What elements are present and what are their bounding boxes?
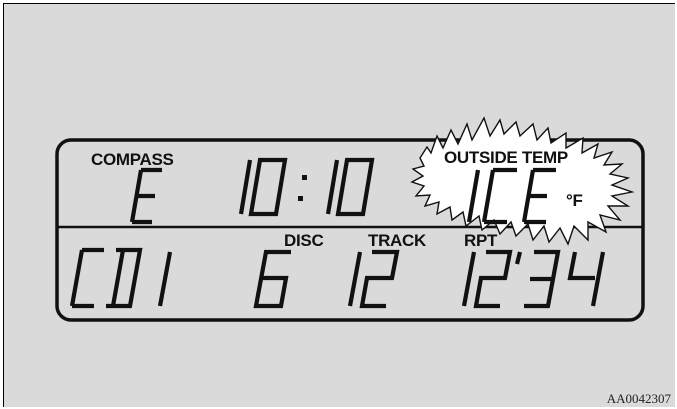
compass-label: COMPASS xyxy=(91,150,174,169)
figure-id: AA0042307 xyxy=(606,391,671,406)
lcd-display-diagram: COMPASS OUTSIDE TEMP DISC TRACK RPT °F xyxy=(55,116,645,322)
temperature-unit: °F xyxy=(566,191,583,210)
page: COMPASS OUTSIDE TEMP DISC TRACK RPT °F A… xyxy=(0,0,677,409)
disc-label: DISC xyxy=(284,231,323,250)
track-label: TRACK xyxy=(368,231,427,250)
outside-temp-label: OUTSIDE TEMP xyxy=(444,148,568,167)
rpt-label: RPT xyxy=(464,231,498,250)
